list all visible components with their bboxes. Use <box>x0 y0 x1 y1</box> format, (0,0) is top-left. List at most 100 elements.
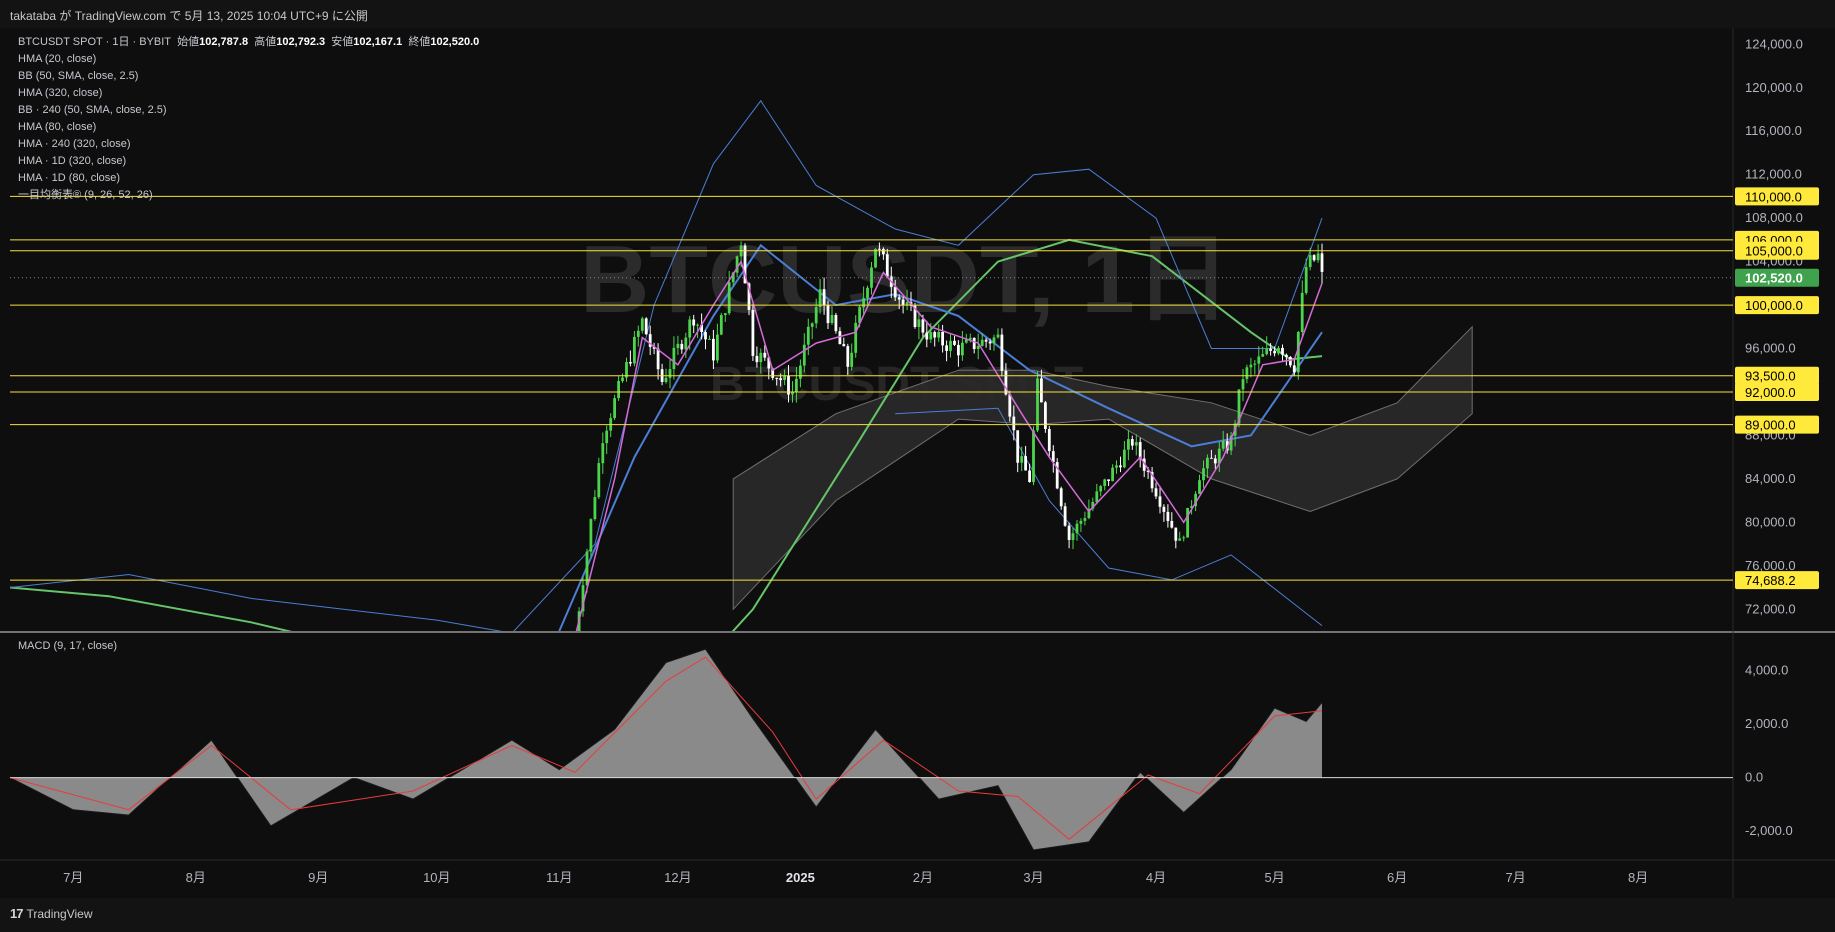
candle-body <box>759 352 763 363</box>
candle-body <box>897 297 901 300</box>
indicator-legend: BTCUSDT SPOT · 1日 · BYBIT 始値102,787.8 高値… <box>18 34 479 204</box>
candle-body <box>1213 458 1217 464</box>
candle-body <box>1308 255 1312 267</box>
candle-body <box>976 346 980 349</box>
candle-body <box>814 307 818 324</box>
macd-label[interactable]: MACD (9, 17, close) <box>18 640 117 652</box>
candle-body <box>1032 430 1035 483</box>
bottom-bar <box>0 898 1835 932</box>
candle-body <box>984 339 988 342</box>
candle-body <box>727 282 731 314</box>
candle-body <box>1277 347 1280 354</box>
watermark-symbol: BTCUSDT, 1日 <box>580 226 1231 333</box>
indicator-bb[interactable]: BB (50, SMA, close, 2.5) <box>18 68 479 85</box>
indicator-hma80[interactable]: HMA (80, close) <box>18 119 479 136</box>
candle-body <box>1016 430 1020 463</box>
open-value: 102,787.8 <box>199 36 249 48</box>
candle-body <box>822 289 826 306</box>
candle-body <box>802 344 806 366</box>
tv-logo-icon: 17 <box>10 906 24 921</box>
indicator-hma-1d-320[interactable]: HMA · 1D (320, close) <box>18 153 479 170</box>
candle-body <box>842 344 846 347</box>
candle-body <box>779 378 782 381</box>
price-tick-label: 76,000.0 <box>1745 558 1796 573</box>
time-tick-label: 12月 <box>664 870 691 885</box>
candle-body <box>1028 470 1031 482</box>
price-tick-label: 112,000.0 <box>1745 167 1802 182</box>
candle-body <box>1071 533 1075 540</box>
candle-body <box>972 337 976 349</box>
candle-body <box>1123 449 1126 468</box>
candle-body <box>1020 456 1024 463</box>
indicator-hma-240[interactable]: HMA · 240 (320, close) <box>18 136 479 153</box>
candle-body <box>1047 429 1051 452</box>
price-tick-label: 116,000.0 <box>1745 123 1802 138</box>
candle-body <box>874 248 877 268</box>
candle-body <box>629 362 632 364</box>
candle-body <box>1265 348 1269 355</box>
indicator-ichimoku[interactable]: 一目均衡表® (9, 26, 52, 26) <box>18 187 479 204</box>
candle-body <box>1134 442 1138 446</box>
candle-body <box>723 313 727 315</box>
candle-body <box>933 332 937 338</box>
candle-body <box>1178 538 1182 541</box>
candle-body <box>1182 537 1186 539</box>
time-tick-label: 2025 <box>786 870 815 885</box>
candle-body <box>644 318 648 335</box>
candle-body <box>1000 334 1004 371</box>
indicator-hma20[interactable]: HMA (20, close) <box>18 51 479 68</box>
open-label: 始値 <box>177 36 200 48</box>
candle-body <box>574 636 577 637</box>
time-tick-label: 2月 <box>913 870 933 885</box>
candle-body <box>1304 267 1308 293</box>
candle-body <box>893 286 897 298</box>
candle-body <box>763 352 767 358</box>
candle-body <box>704 332 707 340</box>
candle-body <box>680 343 684 350</box>
candle-body <box>1083 518 1087 521</box>
time-tick-label: 7月 <box>1506 870 1526 885</box>
level-label: 89,000.0 <box>1745 418 1796 433</box>
level-label: 100,000.0 <box>1745 298 1803 313</box>
candle-body <box>1008 394 1012 417</box>
candle-body <box>834 315 838 332</box>
candle-body <box>862 298 865 308</box>
price-tick-label: 96,000.0 <box>1745 341 1796 356</box>
indicator-hma320[interactable]: HMA (320, close) <box>18 85 479 102</box>
tradingview-logo[interactable]: 17 TradingView <box>10 906 93 921</box>
candle-body <box>1210 457 1213 459</box>
candle-body <box>751 309 755 356</box>
candle-body <box>1257 356 1261 364</box>
candle-body <box>854 322 858 353</box>
candle-body <box>1099 486 1103 492</box>
ohlc-line[interactable]: BTCUSDT SPOT · 1日 · BYBIT 始値102,787.8 高値… <box>18 34 479 51</box>
time-tick-label: 7月 <box>63 870 83 885</box>
candle-body <box>1095 491 1099 503</box>
symbol-label[interactable]: BTCUSDT SPOT · 1日 · BYBIT <box>18 36 171 48</box>
indicator-hma-1d-80[interactable]: HMA · 1D (80, close) <box>18 170 479 187</box>
time-tick-label: 4月 <box>1146 870 1166 885</box>
candle-body <box>597 463 601 498</box>
candle-body <box>1127 439 1130 450</box>
candle-body <box>866 287 869 299</box>
candle-body <box>1316 253 1320 261</box>
candle-body <box>1107 479 1110 481</box>
candle-body <box>712 338 715 361</box>
candle-body <box>961 342 964 356</box>
candle-body <box>589 519 593 552</box>
macd-tick-label: 4,000.0 <box>1745 663 1788 678</box>
candle-body <box>696 324 699 326</box>
candle-body <box>885 254 889 277</box>
candle-body <box>917 319 921 327</box>
close-value: 102,520.0 <box>430 36 480 48</box>
indicator-bb-240[interactable]: BB · 240 (50, SMA, close, 2.5) <box>18 102 479 119</box>
candle-body <box>636 330 640 337</box>
candle-body <box>1186 508 1189 538</box>
candle-body <box>957 344 960 356</box>
candle-body <box>1063 506 1067 526</box>
candle-body <box>755 355 759 363</box>
candle-body <box>1289 356 1292 366</box>
candle-body <box>716 334 719 361</box>
price-tick-label: 108,000.0 <box>1745 210 1803 225</box>
level-label: 93,500.0 <box>1745 369 1796 384</box>
